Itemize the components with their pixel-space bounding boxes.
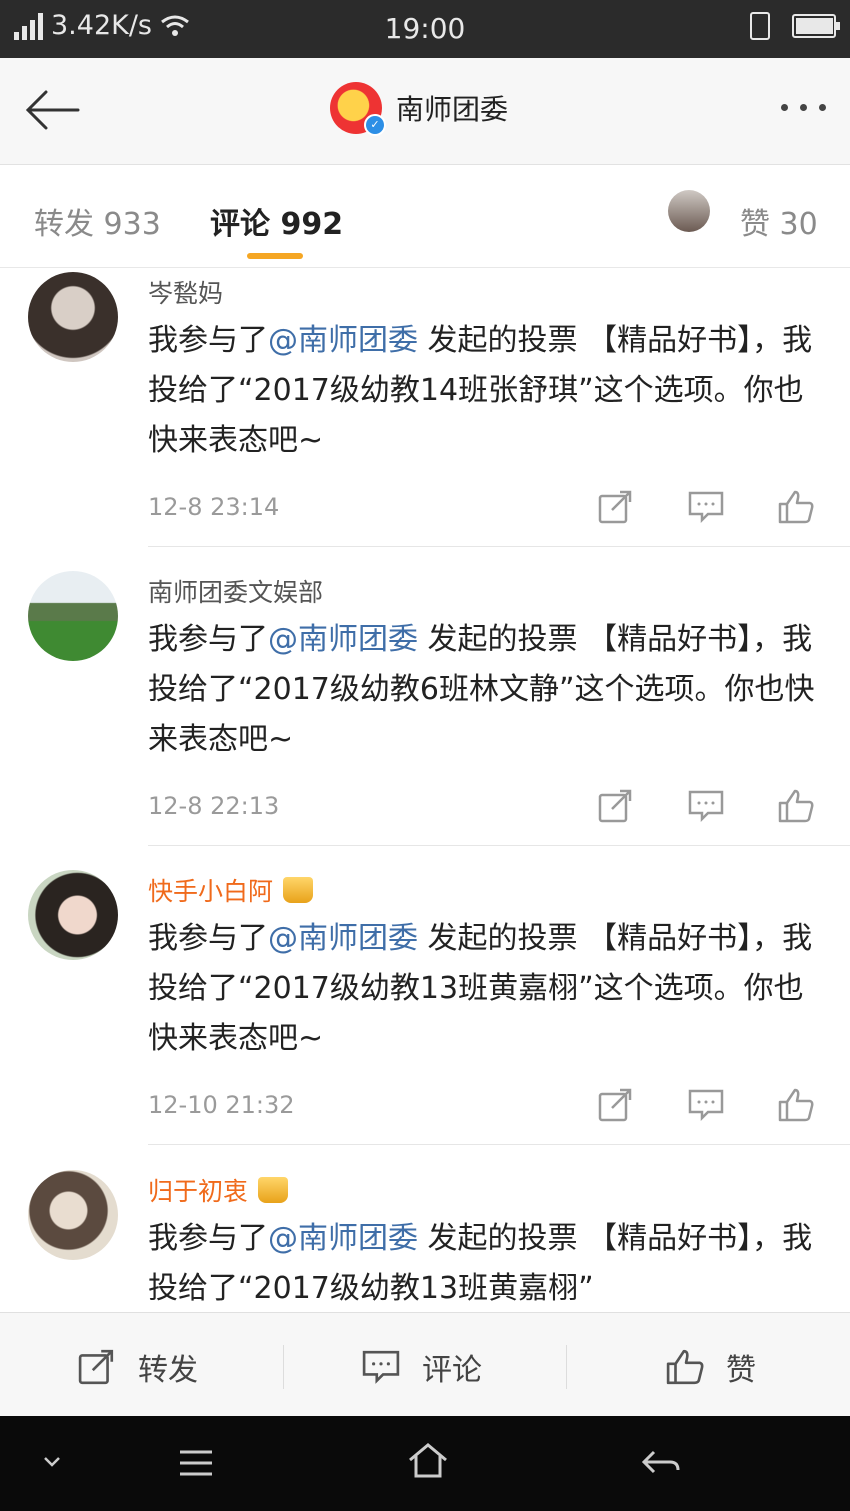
comment-icon[interactable] (688, 490, 724, 524)
tab-reposts[interactable]: 转发 933 (34, 199, 161, 243)
divider (148, 546, 850, 547)
battery-icon (792, 14, 840, 38)
comment-time: 12-8 22:13 (148, 792, 280, 820)
avatar[interactable] (28, 571, 118, 661)
tab-likes[interactable]: 赞 30 (740, 199, 818, 243)
bottom-action-bar: 转发 评论 赞 (0, 1312, 850, 1417)
comment-author[interactable]: 岑甃妈 (148, 274, 223, 310)
top-app-bar: ✓ 南师团委 (0, 58, 850, 165)
comment-icon[interactable] (688, 1088, 724, 1122)
mention-link[interactable]: @南师团委 (268, 1221, 418, 1256)
comment-text: 我参与了@南师团委 发起的投票 【精品好书】，我投给了“2017级幼教13班黄嘉… (148, 1221, 813, 1306)
thumbs-up-icon[interactable] (778, 789, 814, 823)
active-tab-indicator (247, 253, 303, 259)
home-button[interactable] (408, 1442, 448, 1484)
repost-button[interactable]: 转发 (78, 1345, 198, 1389)
divider (148, 1144, 850, 1145)
liker-avatar[interactable] (668, 190, 710, 232)
account-name[interactable]: 南师团委 (396, 88, 508, 128)
avatar[interactable] (28, 870, 118, 960)
comment-time: 12-10 21:32 (148, 1091, 295, 1119)
repost-icon[interactable] (598, 1088, 634, 1122)
tab-comments[interactable]: 评论 992 (210, 199, 343, 243)
mention-link[interactable]: @南师团委 (268, 622, 418, 657)
divider (566, 1345, 567, 1389)
repost-icon[interactable] (598, 490, 634, 524)
comment-author[interactable]: 南师团委文娱部 (148, 573, 323, 609)
tab-bar: 转发 933 评论 992 赞 30 (0, 165, 850, 268)
clock: 19:00 (384, 12, 466, 45)
vip-crown-icon (283, 877, 314, 903)
back-icon (641, 1450, 680, 1474)
vibrate-icon (750, 12, 770, 40)
like-button[interactable]: 赞 (666, 1345, 756, 1389)
thumbs-up-icon[interactable] (778, 1088, 814, 1122)
system-nav-bar (0, 1416, 850, 1511)
avatar[interactable] (28, 272, 118, 362)
account-avatar[interactable]: ✓ (330, 82, 386, 136)
repost-icon[interactable] (598, 789, 634, 823)
comment-button[interactable]: 评论 (362, 1345, 482, 1389)
thumbs-up-icon (666, 1349, 704, 1385)
comment-text: 我参与了@南师团委 发起的投票 【精品好书】，我投给了“2017级幼教13班黄嘉… (148, 921, 813, 1056)
comment-author[interactable]: 归于初衷 (148, 1172, 289, 1208)
divider (283, 1345, 284, 1389)
comment-text: 我参与了@南师团委 发起的投票 【精品好书】，我投给了“2017级幼教14班张舒… (148, 323, 813, 458)
menu-icon (180, 1450, 212, 1476)
repost-icon (78, 1349, 114, 1385)
mention-link[interactable]: @南师团委 (268, 921, 418, 956)
comment-text: 我参与了@南师团委 发起的投票 【精品好书】，我投给了“2017级幼教6班林文静… (148, 622, 815, 757)
vip-crown-icon (258, 1177, 289, 1203)
comment-author[interactable]: 快手小白阿 (148, 872, 314, 908)
avatar[interactable] (28, 1170, 118, 1260)
chevron-down-icon (44, 1457, 60, 1467)
home-icon (409, 1443, 447, 1478)
status-bar: 3.42K/s 19:00 (0, 0, 850, 58)
thumbs-up-icon[interactable] (778, 490, 814, 524)
comment-icon (362, 1350, 400, 1384)
mention-link[interactable]: @南师团委 (268, 323, 418, 358)
divider (148, 845, 850, 846)
comment-time: 12-8 23:14 (148, 493, 280, 521)
back-arrow-icon (25, 90, 80, 130)
hide-nav-button[interactable] (40, 1454, 64, 1474)
comment-icon[interactable] (688, 789, 724, 823)
menu-button[interactable] (178, 1448, 214, 1482)
back-nav-button[interactable] (640, 1448, 680, 1482)
more-options-button[interactable] (781, 104, 826, 111)
verified-badge-icon: ✓ (364, 114, 386, 136)
back-button[interactable] (22, 84, 82, 136)
